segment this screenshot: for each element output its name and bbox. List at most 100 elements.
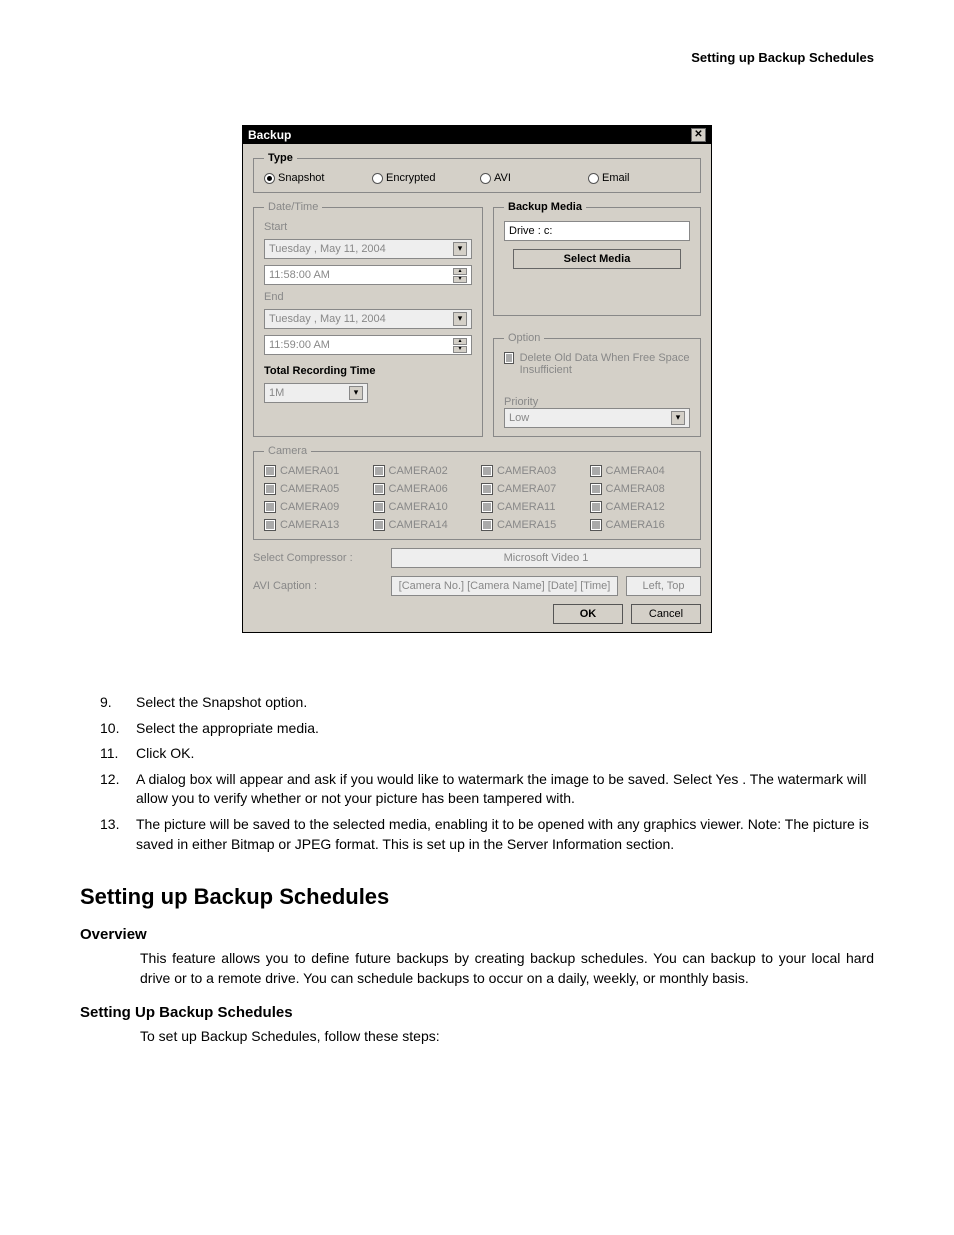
camera-checkbox[interactable]: CAMERA14: [373, 519, 474, 531]
ok-button[interactable]: OK: [553, 604, 623, 624]
section-title: Setting up Backup Schedules: [80, 884, 874, 910]
caption-pos-field[interactable]: Left, Top: [626, 576, 701, 596]
radio-label: Snapshot: [278, 172, 324, 184]
camera-group: Camera CAMERA01 CAMERA02 CAMERA03 CAMERA04 C…: [253, 445, 701, 540]
camera-checkbox[interactable]: CAMERA11: [481, 501, 582, 513]
checkbox-icon[interactable]: [504, 352, 514, 364]
cancel-button[interactable]: Cancel: [631, 604, 701, 624]
type-encrypted[interactable]: Encrypted: [372, 172, 474, 184]
checkbox-icon: [264, 465, 276, 477]
option-legend: Option: [504, 332, 544, 344]
camera-checkbox[interactable]: CAMERA10: [373, 501, 474, 513]
overview-text: This feature allows you to define future…: [140, 949, 874, 988]
step-item: 9.Select the Snapshot option.: [100, 693, 874, 713]
step-item: 11.Click OK.: [100, 744, 874, 764]
camera-label: CAMERA13: [280, 519, 339, 531]
step-item: 10.Select the appropriate media.: [100, 719, 874, 739]
radio-icon: [372, 173, 383, 184]
camera-label: CAMERA02: [389, 465, 448, 477]
priority-label: Priority: [504, 396, 690, 408]
total-recording-field[interactable]: 1M ▾: [264, 383, 368, 403]
start-time-field[interactable]: 11:58:00 AM ▴▾: [264, 265, 472, 285]
checkbox-icon: [590, 501, 602, 513]
type-avi[interactable]: AVI: [480, 172, 582, 184]
priority-field[interactable]: Low ▾: [504, 408, 690, 428]
camera-label: CAMERA07: [497, 483, 556, 495]
camera-label: CAMERA05: [280, 483, 339, 495]
compressor-field[interactable]: Microsoft Video 1: [391, 548, 701, 568]
camera-checkbox[interactable]: CAMERA04: [590, 465, 691, 477]
chevron-down-icon[interactable]: ▾: [349, 386, 363, 400]
camera-checkbox[interactable]: CAMERA15: [481, 519, 582, 531]
spinner-icon[interactable]: ▴▾: [453, 338, 467, 353]
camera-checkbox[interactable]: CAMERA09: [264, 501, 365, 513]
camera-checkbox[interactable]: CAMERA08: [590, 483, 691, 495]
checkbox-icon: [590, 465, 602, 477]
setting-heading: Setting Up Backup Schedules: [80, 1004, 874, 1021]
priority-value: Low: [509, 411, 529, 425]
camera-checkbox[interactable]: CAMERA07: [481, 483, 582, 495]
camera-label: CAMERA12: [606, 501, 665, 513]
select-media-button[interactable]: Select Media: [513, 249, 680, 269]
camera-label: CAMERA01: [280, 465, 339, 477]
compressor-label: Select Compressor :: [253, 552, 383, 564]
checkbox-icon: [373, 483, 385, 495]
caption-field[interactable]: [Camera No.] [Camera Name] [Date] [Time]: [391, 576, 618, 596]
dialog-title: Backup: [248, 128, 291, 142]
checkbox-icon: [481, 519, 493, 531]
camera-checkbox[interactable]: CAMERA13: [264, 519, 365, 531]
radio-label: Encrypted: [386, 172, 436, 184]
checkbox-icon: [373, 501, 385, 513]
camera-legend: Camera: [264, 445, 311, 457]
checkbox-icon: [373, 519, 385, 531]
camera-checkbox[interactable]: CAMERA03: [481, 465, 582, 477]
checkbox-icon: [481, 501, 493, 513]
checkbox-icon: [481, 483, 493, 495]
radio-icon: [264, 173, 275, 184]
chevron-down-icon[interactable]: ▾: [671, 411, 685, 425]
camera-checkbox[interactable]: CAMERA16: [590, 519, 691, 531]
steps-list: 9.Select the Snapshot option. 10.Select t…: [100, 693, 874, 854]
chevron-down-icon[interactable]: ▾: [453, 312, 467, 326]
type-legend: Type: [264, 152, 297, 164]
camera-checkbox[interactable]: CAMERA06: [373, 483, 474, 495]
camera-label: CAMERA15: [497, 519, 556, 531]
camera-checkbox[interactable]: CAMERA05: [264, 483, 365, 495]
camera-label: CAMERA06: [389, 483, 448, 495]
spinner-icon[interactable]: ▴▾: [453, 268, 467, 283]
camera-label: CAMERA10: [389, 501, 448, 513]
step-item: 13.The picture will be saved to the sele…: [100, 815, 874, 854]
start-date-field[interactable]: Tuesday , May 11, 2004 ▾: [264, 239, 472, 259]
media-legend: Backup Media: [504, 201, 586, 213]
setting-text: To set up Backup Schedules, follow these…: [140, 1027, 874, 1047]
media-group: Backup Media Drive : c: Select Media: [493, 201, 701, 316]
type-snapshot[interactable]: Snapshot: [264, 172, 366, 184]
end-label: End: [264, 291, 472, 303]
radio-icon: [480, 173, 491, 184]
total-recording-label: Total Recording Time: [264, 365, 472, 377]
camera-checkbox[interactable]: CAMERA12: [590, 501, 691, 513]
option-group: Option Delete Old Data When Free Space I…: [493, 332, 701, 437]
drive-field[interactable]: Drive : c:: [504, 221, 690, 241]
end-time-value: 11:59:00 AM: [269, 338, 330, 352]
start-date-value: Tuesday , May 11, 2004: [269, 242, 386, 256]
checkbox-icon: [264, 519, 276, 531]
end-date-field[interactable]: Tuesday , May 11, 2004 ▾: [264, 309, 472, 329]
checkbox-icon: [481, 465, 493, 477]
camera-checkbox[interactable]: CAMERA01: [264, 465, 365, 477]
end-date-value: Tuesday , May 11, 2004: [269, 312, 386, 326]
checkbox-icon: [590, 519, 602, 531]
camera-label: CAMERA14: [389, 519, 448, 531]
camera-checkbox[interactable]: CAMERA02: [373, 465, 474, 477]
page-header: Setting up Backup Schedules: [40, 50, 914, 65]
checkbox-icon: [373, 465, 385, 477]
end-time-field[interactable]: 11:59:00 AM ▴▾: [264, 335, 472, 355]
checkbox-icon: [264, 501, 276, 513]
drive-value: Drive : c:: [509, 224, 552, 238]
chevron-down-icon[interactable]: ▾: [453, 242, 467, 256]
close-icon[interactable]: ✕: [691, 128, 706, 142]
camera-label: CAMERA08: [606, 483, 665, 495]
delete-old-label: Delete Old Data When Free Space Insuffic…: [520, 352, 690, 376]
type-email[interactable]: Email: [588, 172, 690, 184]
datetime-group: Date/Time Start Tuesday , May 11, 2004 ▾…: [253, 201, 483, 437]
